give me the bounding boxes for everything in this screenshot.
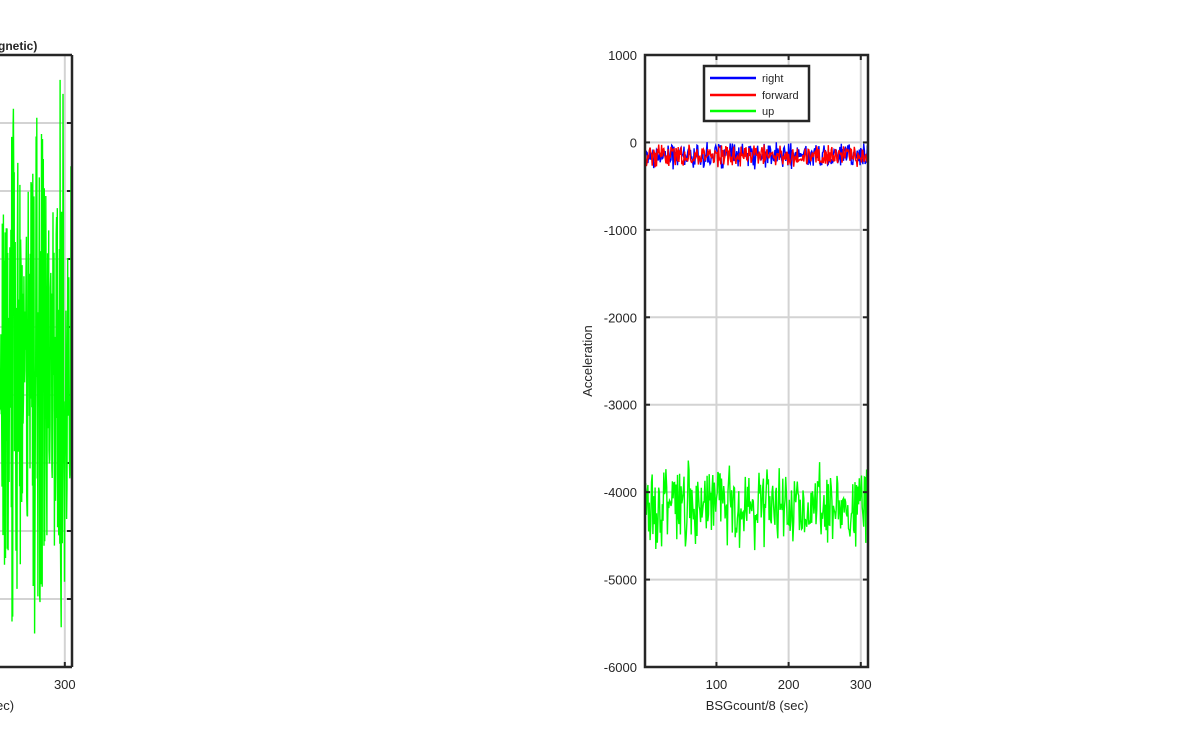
y-tick-label: -3000 [604,398,637,413]
left-subplot: 0300 gnetic) ec) [0,39,76,713]
x-tick-label: 300 [850,677,872,692]
figure-canvas: 0300 gnetic) ec) 1000 0 -1000 -2000 -3000 -40… [0,39,872,713]
legend-label-right: right [762,73,783,85]
legend-label-up: up [762,106,774,118]
y-tick-label: 0 [630,135,637,150]
legend-label-forward: forward [762,90,799,102]
x-tick-label: 100 [706,677,728,692]
left-x-tick-label: 300 [54,677,76,692]
y-tick-label: -5000 [604,573,637,588]
y-tick-label: 1000 [608,48,637,63]
left-chart-title: gnetic) [0,39,37,53]
y-tick-label: -4000 [604,485,637,500]
y-tick-label: -6000 [604,660,637,675]
left-x-axis-label: ec) [0,698,14,713]
right-y-axis-label: Acceleration [580,325,595,397]
y-tick-label: -1000 [604,223,637,238]
right-x-axis-label: BSGcount/8 (sec) [706,698,809,713]
legend: right forward up [702,64,811,123]
right-plot-area [645,55,868,667]
x-tick-label: 200 [778,677,800,692]
y-tick-label: -2000 [604,310,637,325]
right-subplot: 1000 0 -1000 -2000 -3000 -4000 -5000 -6000 100 2… [580,48,872,713]
